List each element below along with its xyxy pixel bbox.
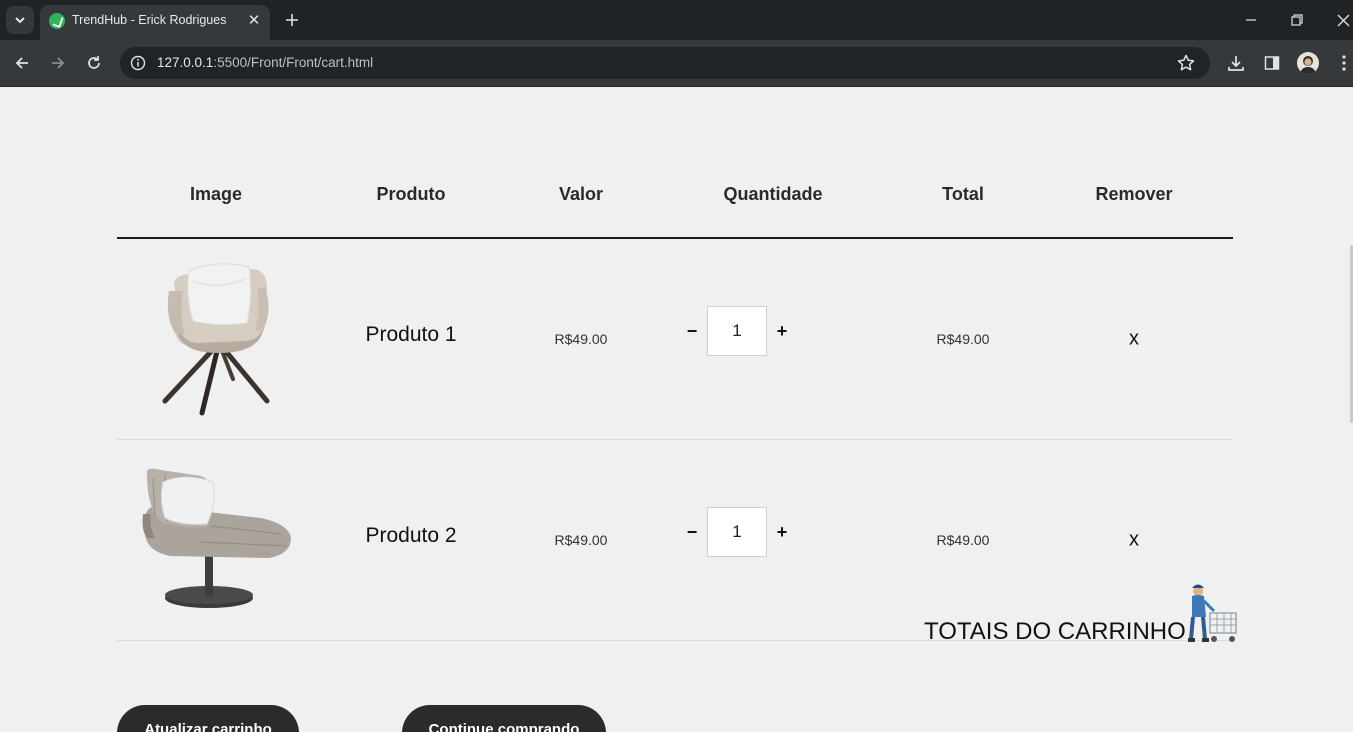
armchair-image	[162, 263, 270, 416]
forward-button[interactable]	[45, 50, 71, 76]
url-host: 127.0.0.1	[157, 55, 214, 70]
product-name: Produto 1	[365, 323, 457, 346]
cart-table-header: Image Produto Valor Quantidade Total Rem…	[117, 147, 1233, 239]
update-cart-button[interactable]: Atualizar carrinho	[117, 705, 299, 732]
quantity-stepper: − +	[677, 306, 797, 356]
arrow-left-icon	[15, 57, 28, 69]
remove-item-button[interactable]: x	[1129, 529, 1139, 552]
browser-tab[interactable]: TrendHub - Erick Rodrigues ✕	[40, 5, 270, 40]
remove-item-button[interactable]: x	[1129, 328, 1139, 351]
header-produto: Produto	[376, 184, 446, 204]
table-row: Produto 1 R$49.00 − + R$49.00 x	[117, 239, 1233, 440]
trendhub-favicon-icon	[49, 13, 65, 29]
arrow-right-icon	[52, 57, 65, 69]
browser-menu-button[interactable]	[1333, 52, 1353, 74]
back-button[interactable]	[9, 50, 35, 76]
product-name: Produto 2	[365, 524, 457, 547]
url-text: 127.0.0.1:5500/Front/Front/cart.html	[157, 55, 373, 70]
increase-quantity-button[interactable]: +	[767, 522, 797, 543]
reload-button[interactable]	[81, 50, 107, 76]
lounge-chair-image	[142, 468, 291, 608]
browser-toolbar: 127.0.0.1:5500/Front/Front/cart.html	[0, 40, 1353, 87]
more-vertical-icon	[1342, 55, 1346, 71]
delivery-cart-mascot-icon	[1188, 584, 1237, 642]
row-total: R$49.00	[936, 331, 990, 347]
plus-icon	[286, 14, 298, 26]
bookmark-star-icon[interactable]	[1176, 53, 1196, 73]
url-path: :5500/Front/Front/cart.html	[213, 55, 374, 70]
header-quantidade: Quantidade	[723, 184, 823, 204]
tab-search-button[interactable]	[6, 6, 34, 34]
user-avatar-icon	[1300, 56, 1316, 74]
side-panel-button[interactable]	[1261, 52, 1283, 74]
reload-icon	[88, 56, 100, 69]
decrease-quantity-button[interactable]: −	[677, 321, 707, 342]
decrease-quantity-button[interactable]: −	[677, 522, 707, 543]
browser-tab-bar: TrendHub - Erick Rodrigues ✕	[0, 0, 1353, 40]
site-info-icon[interactable]	[130, 55, 146, 71]
tab-title: TrendHub - Erick Rodrigues	[72, 13, 227, 27]
side-panel-icon	[1264, 56, 1280, 70]
table-row: Produto 2 R$49.00 − + R$49.00 x	[117, 440, 1233, 641]
new-tab-button[interactable]	[281, 7, 303, 33]
product-price: R$49.00	[554, 532, 608, 548]
product-price: R$49.00	[554, 331, 608, 347]
restore-button[interactable]	[1277, 6, 1317, 34]
profile-avatar[interactable]	[1297, 52, 1319, 74]
downloads-button[interactable]	[1225, 52, 1247, 74]
quantity-input[interactable]	[707, 306, 767, 356]
header-image: Image	[189, 184, 243, 204]
increase-quantity-button[interactable]: +	[767, 321, 797, 342]
header-total: Total	[942, 184, 984, 204]
row-total: R$49.00	[936, 532, 990, 548]
address-bar[interactable]: 127.0.0.1:5500/Front/Front/cart.html	[120, 47, 1210, 79]
minimize-icon	[1246, 19, 1256, 21]
continue-shopping-button[interactable]: Continue comprando	[402, 705, 606, 732]
close-window-button[interactable]	[1323, 6, 1353, 34]
quantity-input[interactable]	[707, 507, 767, 557]
download-icon	[1228, 56, 1244, 71]
close-icon	[1337, 14, 1349, 26]
minimize-button[interactable]	[1231, 6, 1271, 34]
cart-totals-title: TOTAIS DO CARRINHO	[924, 618, 1186, 645]
header-valor: Valor	[558, 184, 604, 204]
quantity-stepper: − +	[677, 507, 797, 557]
header-remover: Remover	[1095, 184, 1173, 204]
chevron-down-icon	[15, 17, 25, 24]
restore-icon	[1291, 14, 1303, 26]
close-tab-icon[interactable]: ✕	[244, 10, 264, 30]
